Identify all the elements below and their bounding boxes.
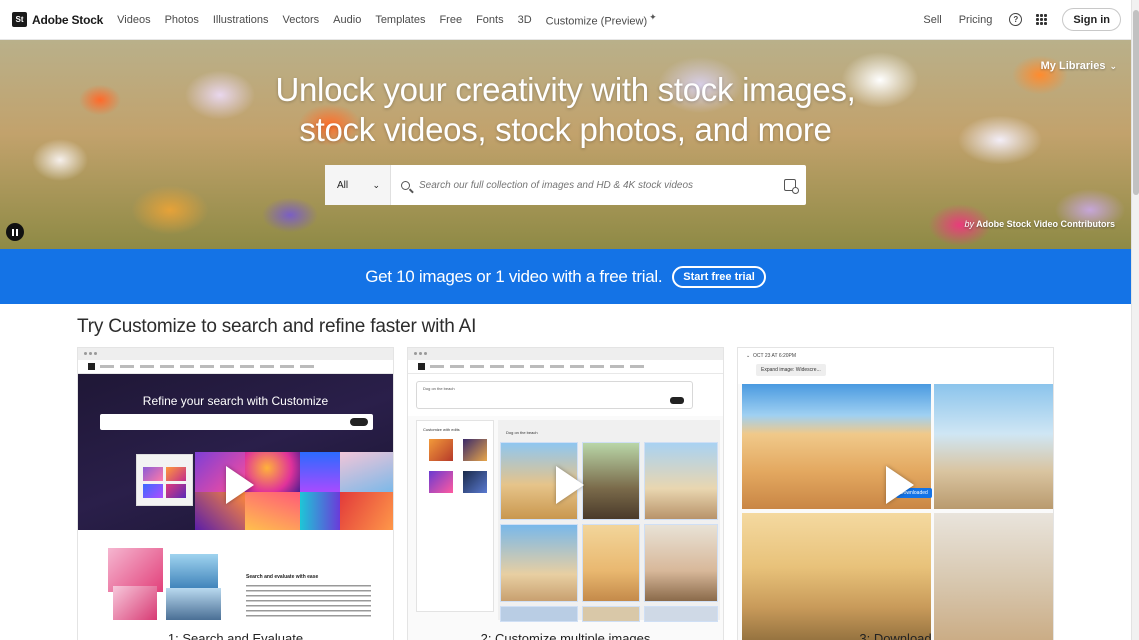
preview-search-bar (100, 414, 373, 430)
visual-search-icon[interactable] (784, 179, 799, 194)
nav-link-customize[interactable]: Customize (Preview) ✦ (546, 12, 657, 28)
free-trial-text: Get 10 images or 1 video with a free tri… (365, 266, 663, 286)
chevron-down-icon: ⌄ (372, 179, 380, 190)
preview-edits-label: Customize with edits (423, 427, 460, 432)
brand-link[interactable]: St Adobe Stock (12, 12, 103, 27)
top-nav: St Adobe Stock Videos Photos Illustratio… (0, 0, 1131, 40)
nav-link-videos[interactable]: Videos (117, 14, 150, 26)
nav-link-templates[interactable]: Templates (375, 14, 425, 26)
adobe-stock-logo-icon: St (12, 12, 27, 27)
play-icon[interactable] (226, 466, 254, 504)
search-bar: All ⌄ (325, 165, 806, 205)
brand-name: Adobe Stock (32, 12, 104, 27)
nav-link-pricing[interactable]: Pricing (959, 14, 993, 26)
page-scrollbar[interactable] (1131, 0, 1139, 640)
preview-edits-panel: Customize with edits (416, 420, 494, 612)
nav-link-free[interactable]: Free (439, 14, 462, 26)
hero-title: Unlock your creativity with stock images… (0, 70, 1131, 150)
preview-collage (108, 548, 223, 620)
pause-icon (12, 228, 14, 236)
preview-expand-chip: Expand image: Widescre... (756, 364, 826, 376)
search-type-value: All (337, 179, 349, 191)
hero-banner: My Libraries ⌄ Unlock your creativity wi… (0, 40, 1131, 249)
nav-link-3d[interactable]: 3D (518, 14, 532, 26)
search-icon (401, 180, 410, 190)
card-caption: 3: Download (859, 631, 932, 640)
hero-title-line-1: Unlock your creativity with stock images… (275, 71, 856, 108)
preview-search-box: Dog on the beach (416, 381, 693, 409)
preview-search-area: Dog on the beach (408, 374, 723, 416)
nav-link-photos[interactable]: Photos (165, 14, 199, 26)
window-bar (408, 348, 723, 360)
tutorial-card-download[interactable]: ⌄ OCT 23 AT 6:20PM Expand image: Widescr… (737, 347, 1054, 640)
pause-video-button[interactable] (6, 223, 24, 241)
sparkle-icon: ✦ (649, 11, 657, 22)
scrollbar-thumb[interactable] (1133, 10, 1139, 195)
start-free-trial-button[interactable]: Start free trial (672, 265, 766, 288)
play-icon[interactable] (886, 466, 914, 504)
preview-art-grid (195, 452, 393, 530)
preview-date-text: OCT 23 AT 6:20PM (752, 353, 797, 359)
search-field (391, 165, 806, 205)
hero-title-line-2: stock videos, stock photos, and more (299, 111, 832, 148)
tutorial-card-search-evaluate[interactable]: Refine your search with Customize Search… (77, 347, 394, 640)
help-icon[interactable]: ? (1009, 13, 1023, 26)
apps-grid-icon[interactable] (1036, 14, 1048, 25)
sign-in-button[interactable]: Sign in (1062, 8, 1121, 31)
preview-results-label: Dog on the beach (506, 430, 538, 435)
preview-heading: Refine your search with Customize (142, 394, 329, 408)
preview-subhead: Search and evaluate with ease (246, 574, 319, 580)
pause-icon-bar (16, 228, 18, 236)
preview-customize-panel (136, 454, 193, 506)
card-caption: 1: Search and Evaluate (167, 631, 304, 640)
nav-links: Videos Photos Illustrations Vectors Audi… (117, 12, 671, 28)
nav-right: Sell Pricing ? Sign in (923, 8, 1121, 31)
hero-credit-name[interactable]: Adobe Stock Video Contributors (976, 219, 1115, 229)
nav-link-sell[interactable]: Sell (923, 14, 941, 26)
preview-search-text: Dog on the beach (423, 386, 455, 391)
nav-link-fonts[interactable]: Fonts (476, 14, 504, 26)
window-bar (78, 348, 393, 360)
mini-nav-preview (408, 360, 723, 374)
section-title: Try Customize to search and refine faste… (77, 316, 477, 337)
nav-link-customize-label: Customize (Preview) (545, 15, 648, 28)
mini-nav-preview (78, 360, 393, 374)
card-caption: 2: Customize multiple images (480, 631, 651, 640)
play-icon[interactable] (556, 466, 584, 504)
preview-results-panel: Dog on the beach (498, 420, 720, 622)
preview-body-text (246, 585, 371, 617)
preview-date: ⌄ OCT 23 AT 6:20PM (746, 353, 797, 359)
search-type-select[interactable]: All ⌄ (325, 165, 391, 205)
hero-credit-prefix: by (964, 219, 974, 229)
search-input[interactable] (419, 179, 778, 191)
preview-photo-dog-running (934, 384, 1053, 509)
preview-photo-dog-sunset (742, 513, 931, 640)
tutorial-card-customize-multiple[interactable]: Dog on the beach Customize with edits Do… (407, 347, 724, 640)
nav-link-vectors[interactable]: Vectors (282, 14, 319, 26)
hero-credit: by Adobe Stock Video Contributors (964, 219, 1115, 229)
nav-link-audio[interactable]: Audio (333, 14, 361, 26)
preview-history-header: ⌄ OCT 23 AT 6:20PM Expand image: Widescr… (738, 348, 1053, 384)
preview-photo-woman-dog (934, 513, 1053, 640)
nav-link-illustrations[interactable]: Illustrations (213, 14, 269, 26)
free-trial-banner: Get 10 images or 1 video with a free tri… (0, 249, 1131, 304)
